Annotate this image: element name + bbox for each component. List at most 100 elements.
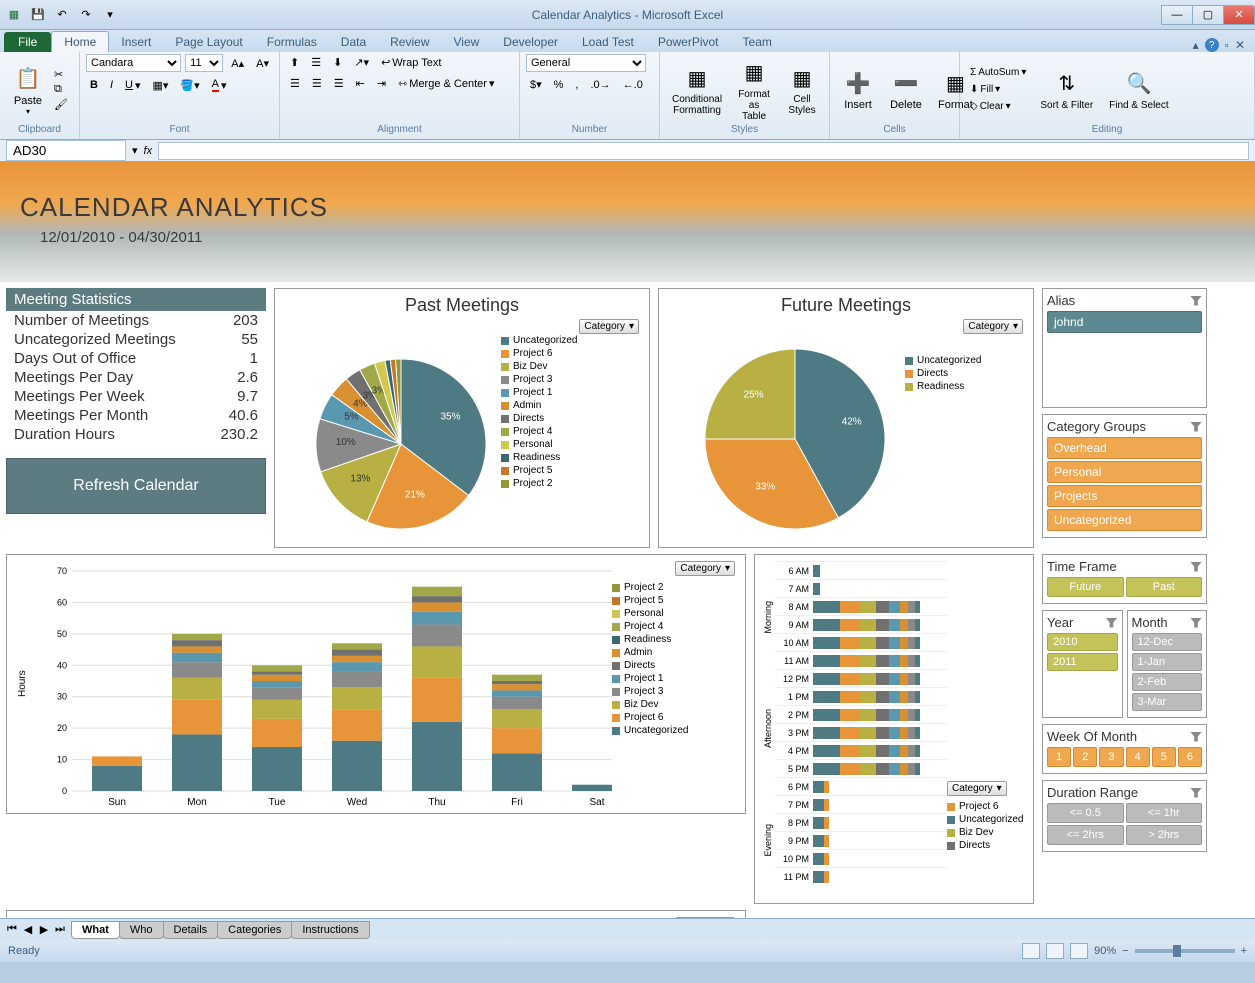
refresh-calendar-button[interactable]: Refresh Calendar (6, 458, 266, 514)
filter-icon[interactable] (1190, 296, 1202, 306)
find-select-button[interactable]: 🔍Find & Select (1103, 66, 1174, 113)
year-2011[interactable]: 2011 (1047, 653, 1118, 671)
tab-review[interactable]: Review (378, 32, 441, 52)
catgroup-item[interactable]: Projects (1047, 485, 1202, 507)
fill-color-button[interactable]: 🪣▾ (176, 76, 203, 94)
filter-icon[interactable] (1190, 732, 1202, 742)
catgroup-item[interactable]: Overhead (1047, 437, 1202, 459)
future-category-dropdown[interactable]: Category ▾ (963, 319, 1023, 334)
year-2010[interactable]: 2010 (1047, 633, 1118, 651)
sheet-nav-prev[interactable]: ◀ (20, 923, 36, 936)
clear-button[interactable]: ◇ Clear▾ (966, 99, 1030, 114)
cut-icon[interactable]: ✂ (54, 68, 68, 81)
sheet-tab-who[interactable]: Who (119, 921, 164, 939)
maximize-button[interactable]: ▢ (1192, 5, 1224, 25)
sheet-tab-details[interactable]: Details (163, 921, 219, 939)
italic-button[interactable]: I (106, 76, 117, 94)
align-top-icon[interactable]: ⬆ (286, 54, 303, 71)
help-icon[interactable]: ? (1205, 38, 1219, 52)
align-middle-icon[interactable]: ☰ (307, 54, 325, 71)
week-item[interactable]: 5 (1152, 747, 1176, 767)
duration-1[interactable]: <= 1hr (1126, 803, 1203, 823)
week-item[interactable]: 2 (1073, 747, 1097, 767)
month-dec[interactable]: 12-Dec (1132, 633, 1203, 651)
tab-view[interactable]: View (442, 32, 492, 52)
tab-formulas[interactable]: Formulas (255, 32, 329, 52)
paste-button[interactable]: 📋 Paste ▾ (6, 61, 50, 118)
sheet-nav-last[interactable]: ⏭ (52, 923, 68, 936)
catgroup-item[interactable]: Uncategorized (1047, 509, 1202, 531)
ribbon-minimize-icon[interactable]: ▴ (1193, 38, 1199, 52)
week-item[interactable]: 1 (1047, 747, 1071, 767)
sheet-tab-categories[interactable]: Categories (217, 921, 292, 939)
zoom-slider[interactable] (1135, 949, 1235, 953)
month-feb[interactable]: 2-Feb (1132, 673, 1203, 691)
cell-styles-button[interactable]: ▦Cell Styles (780, 60, 824, 118)
filter-icon[interactable] (1106, 618, 1118, 628)
doc-restore-icon[interactable]: ▫ (1225, 38, 1229, 52)
file-tab[interactable]: File (4, 32, 51, 52)
align-bottom-icon[interactable]: ⬇ (329, 54, 346, 71)
tab-powerpivot[interactable]: PowerPivot (646, 32, 731, 52)
number-format-select[interactable]: General (526, 54, 646, 72)
indent-dec-icon[interactable]: ⇤ (352, 75, 369, 92)
duration-gt2[interactable]: > 2hrs (1126, 825, 1203, 845)
align-left-icon[interactable]: ☰ (286, 75, 304, 92)
save-icon[interactable]: 💾 (28, 5, 48, 25)
weekly-category-dropdown[interactable]: Category ▾ (675, 561, 735, 576)
currency-icon[interactable]: $▾ (526, 76, 546, 93)
format-painter-icon[interactable]: 🖌 (54, 98, 68, 111)
timeframe-future[interactable]: Future (1047, 577, 1124, 597)
tab-load-test[interactable]: Load Test (570, 32, 646, 52)
conditional-formatting-button[interactable]: ▦Conditional Formatting (666, 60, 728, 118)
timeframe-past[interactable]: Past (1126, 577, 1203, 597)
alias-item[interactable]: johnd (1047, 311, 1202, 333)
sort-filter-button[interactable]: ⇅Sort & Filter (1034, 66, 1099, 113)
copy-icon[interactable]: ⧉ (54, 83, 68, 96)
tab-team[interactable]: Team (731, 32, 784, 52)
dec-decimal-icon[interactable]: ←.0 (619, 76, 647, 93)
redo-icon[interactable]: ↷ (76, 5, 96, 25)
duration-2[interactable]: <= 2hrs (1047, 825, 1124, 845)
duration-05[interactable]: <= 0.5 (1047, 803, 1124, 823)
font-color-button[interactable]: A▾ (208, 76, 231, 94)
month-jan[interactable]: 1-Jan (1132, 653, 1203, 671)
filter-icon[interactable] (1190, 562, 1202, 572)
comma-icon[interactable]: , (571, 76, 582, 93)
border-button[interactable]: ▦▾ (149, 76, 173, 94)
tab-home[interactable]: Home (51, 31, 109, 52)
filter-icon[interactable] (1190, 788, 1202, 798)
merge-center-button[interactable]: ⇿ Merge & Center▾ (394, 75, 498, 92)
lower-category-dropdown[interactable]: Category ▾ (675, 917, 735, 918)
formula-input[interactable] (158, 142, 1249, 160)
filter-icon[interactable] (1190, 422, 1202, 432)
underline-button[interactable]: U▾ (121, 76, 144, 94)
week-item[interactable]: 3 (1099, 747, 1123, 767)
inc-decimal-icon[interactable]: .0→ (586, 76, 614, 93)
week-item[interactable]: 4 (1126, 747, 1150, 767)
past-category-dropdown[interactable]: Category ▾ (579, 319, 639, 334)
minimize-button[interactable]: — (1161, 5, 1193, 25)
sheet-tab-what[interactable]: What (71, 921, 120, 939)
doc-close-icon[interactable]: ✕ (1235, 38, 1245, 52)
catgroup-item[interactable]: Personal (1047, 461, 1202, 483)
close-button[interactable]: ✕ (1223, 5, 1255, 25)
view-break-button[interactable] (1070, 943, 1088, 959)
sheet-nav-first[interactable]: ⏮ (4, 923, 20, 936)
insert-cells-button[interactable]: ➕Insert (836, 65, 880, 113)
view-layout-button[interactable] (1046, 943, 1064, 959)
sheet-nav-next[interactable]: ▶ (36, 923, 52, 936)
align-right-icon[interactable]: ☰ (330, 75, 348, 92)
sheet-tab-instructions[interactable]: Instructions (291, 921, 369, 939)
grow-font-icon[interactable]: A▴ (227, 54, 248, 72)
view-normal-button[interactable] (1022, 943, 1040, 959)
fx-icon[interactable]: fx (138, 145, 159, 157)
filter-icon[interactable] (1190, 618, 1202, 628)
tab-insert[interactable]: Insert (109, 32, 163, 52)
percent-icon[interactable]: % (550, 76, 568, 93)
align-center-icon[interactable]: ☰ (308, 75, 326, 92)
undo-icon[interactable]: ↶ (52, 5, 72, 25)
zoom-out-button[interactable]: − (1122, 945, 1128, 957)
tab-developer[interactable]: Developer (491, 32, 570, 52)
qat-more-icon[interactable]: ▾ (100, 5, 120, 25)
